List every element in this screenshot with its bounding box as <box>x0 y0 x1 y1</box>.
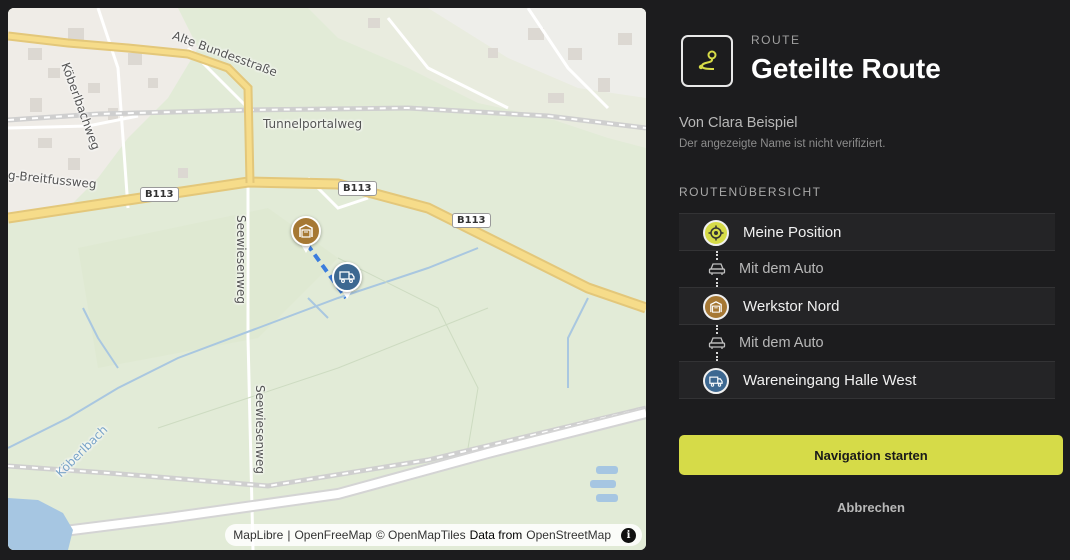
truck-icon <box>703 368 729 394</box>
stop-label: Werkstor Nord <box>743 297 840 315</box>
route-icon <box>698 50 717 70</box>
road-shield: B113 <box>338 181 377 196</box>
car-icon <box>708 336 726 350</box>
gate-icon <box>703 294 729 320</box>
map-pin-werkstor-nord[interactable] <box>291 216 321 256</box>
openstreetmap-link[interactable]: OpenStreetMap <box>526 528 611 542</box>
stop-label: Meine Position <box>743 223 842 241</box>
section-label-overview: ROUTENÜBERSICHT <box>679 185 822 199</box>
author-note: Der angezeigte Name ist nicht verifizier… <box>679 138 886 150</box>
info-icon[interactable]: i <box>621 527 636 543</box>
openfreemap-link[interactable]: OpenFreeMap <box>294 528 371 542</box>
page-title: Geteilte Route <box>751 53 941 84</box>
shared-by: Von Clara Beispiel <box>679 115 798 131</box>
road-shield: B113 <box>140 187 179 202</box>
road-label-seewiesenweg: Seewiesenweg <box>253 385 267 474</box>
map-base <box>8 8 646 550</box>
route-leg: Mit dem Auto <box>679 325 1055 361</box>
map-pin-wareneingang-halle-west[interactable] <box>332 262 362 302</box>
truck-icon <box>339 271 355 283</box>
map-view[interactable]: Alte Bundesstraße Köberlbachweg Tunnelpo… <box>8 8 646 550</box>
route-leg: Mit dem Auto <box>679 251 1055 287</box>
road-shield: B113 <box>452 213 491 228</box>
stop-label: Wareneingang Halle West <box>743 371 917 389</box>
route-stop[interactable]: Meine Position <box>679 213 1055 251</box>
openmaptiles-link[interactable]: © OpenMapTiles <box>376 528 466 542</box>
road-label-seewiesenweg: Seewiesenweg <box>234 215 248 304</box>
gate-icon <box>299 224 313 238</box>
route-icon-box <box>681 35 733 87</box>
attribution-data-from: Data from <box>469 528 523 542</box>
car-icon <box>708 262 726 276</box>
target-icon <box>703 220 729 246</box>
route-stop[interactable]: Werkstor Nord <box>679 287 1055 325</box>
route-stop[interactable]: Wareneingang Halle West <box>679 361 1055 399</box>
start-navigation-button[interactable]: Navigation starten <box>679 435 1063 475</box>
map-attribution: MapLibre | OpenFreeMap © OpenMapTiles Da… <box>225 524 642 546</box>
panel-eyebrow: ROUTE <box>751 33 801 47</box>
route-panel: ROUTE Geteilte Route Von Clara Beispiel … <box>679 0 1063 560</box>
attribution-separator: | <box>287 528 291 542</box>
leg-label: Mit dem Auto <box>739 261 824 277</box>
road-label-tunnelportalweg: Tunnelportalweg <box>263 117 363 131</box>
leg-label: Mit dem Auto <box>739 335 824 351</box>
maplibre-link[interactable]: MapLibre <box>233 528 283 542</box>
route-steps: Meine Position Mit dem Auto Werkstor Nor… <box>679 213 1055 399</box>
cancel-button[interactable]: Abbrechen <box>679 494 1063 520</box>
